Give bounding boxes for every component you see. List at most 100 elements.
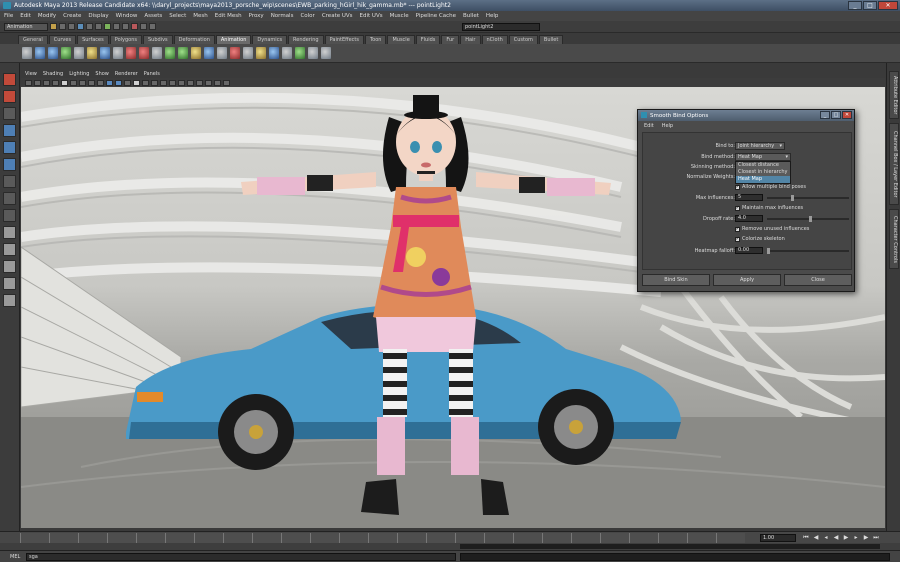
graph-editor-icon[interactable]: [230, 47, 240, 59]
mirror-weights-icon[interactable]: [308, 47, 318, 59]
persp-outliner-layout-icon[interactable]: [3, 260, 16, 273]
constraint-aim-icon[interactable]: [178, 47, 188, 59]
max-influences-slider[interactable]: [767, 195, 849, 201]
object-name-field[interactable]: pointLight2: [462, 23, 540, 31]
menu-pipeline-cache[interactable]: Pipeline Cache: [416, 13, 456, 19]
ik-handle-icon[interactable]: [48, 47, 58, 59]
new-scene-icon[interactable]: [50, 23, 57, 30]
smooth-shade-icon[interactable]: [115, 79, 122, 86]
ik-spline-icon[interactable]: [61, 47, 71, 59]
shelf-tab-fur[interactable]: Fur: [441, 35, 460, 44]
rotate-tool-icon[interactable]: [3, 141, 16, 154]
heatmap-slider-handle[interactable]: [767, 248, 770, 254]
menu-normals[interactable]: Normals: [271, 13, 294, 19]
allow-multiple-checkbox[interactable]: Allow multiple bind poses: [735, 184, 806, 190]
wireframe-icon[interactable]: [106, 79, 113, 86]
tab-character-controls[interactable]: Character Controls: [889, 209, 899, 269]
hik-icon[interactable]: [269, 47, 279, 59]
select-hierarchy-icon[interactable]: [77, 23, 84, 30]
tab-channel-box[interactable]: Channel Box / Layer Editor: [889, 123, 899, 205]
resolution-gate-icon[interactable]: [79, 79, 86, 86]
menu-modify[interactable]: Modify: [38, 13, 56, 19]
heatmap-input[interactable]: 0.00: [735, 247, 763, 254]
menu-muscle[interactable]: Muscle: [390, 13, 409, 19]
play-forwards-icon[interactable]: ▶: [842, 534, 850, 542]
show-manipulator-icon[interactable]: [3, 209, 16, 222]
panel-menu-shading[interactable]: Shading: [43, 71, 63, 77]
panel-menu-show[interactable]: Show: [95, 71, 109, 77]
hypershade-layout-icon[interactable]: [3, 294, 16, 307]
command-language-label[interactable]: MEL: [0, 554, 26, 560]
bookmarks-icon[interactable]: [43, 79, 50, 86]
step-back-frame-icon[interactable]: ◂: [822, 534, 830, 542]
panel-menu-renderer[interactable]: Renderer: [115, 71, 138, 77]
bind-skin-button[interactable]: Bind Skin: [642, 274, 710, 286]
step-forward-key-icon[interactable]: ▶: [862, 534, 870, 542]
image-plane-icon[interactable]: [52, 79, 59, 86]
universal-manipulator-icon[interactable]: [3, 175, 16, 188]
shelf-tab-polygons[interactable]: Polygons: [109, 35, 142, 44]
dropoff-slider-handle[interactable]: [809, 216, 812, 222]
use-all-lights-icon[interactable]: [142, 79, 149, 86]
menu-bullet[interactable]: Bullet: [463, 13, 479, 19]
ghost-icon[interactable]: [295, 47, 305, 59]
menu-file[interactable]: File: [4, 13, 13, 19]
soft-modification-icon[interactable]: [3, 192, 16, 205]
select-camera-icon[interactable]: [25, 79, 32, 86]
shelf-tab-ncloth[interactable]: nCloth: [481, 35, 508, 44]
shelf-tab-hair[interactable]: Hair: [460, 35, 481, 44]
shelf-tab-fluids[interactable]: Fluids: [415, 35, 441, 44]
cluster-icon[interactable]: [100, 47, 110, 59]
menu-create[interactable]: Create: [63, 13, 81, 19]
dropoff-slider[interactable]: [767, 216, 849, 222]
dialog-menu-edit[interactable]: Edit: [644, 123, 654, 129]
menu-color[interactable]: Color: [300, 13, 314, 19]
select-component-icon[interactable]: [95, 23, 102, 30]
set-key-icon[interactable]: [22, 47, 32, 59]
heatmap-slider[interactable]: [767, 248, 849, 254]
xray-joints-icon[interactable]: [214, 79, 221, 86]
dialog-maximize-button[interactable]: □: [831, 111, 841, 119]
step-forward-frame-icon[interactable]: ▸: [852, 534, 860, 542]
persp-graph-layout-icon[interactable]: [3, 277, 16, 290]
ambient-occlusion-icon[interactable]: [160, 79, 167, 86]
menu-assets[interactable]: Assets: [144, 13, 162, 19]
shelf-tab-deformation[interactable]: Deformation: [173, 35, 215, 44]
range-slider-bar[interactable]: [460, 544, 880, 549]
panel-menu-panels[interactable]: Panels: [144, 71, 160, 77]
paint-weights-icon[interactable]: [87, 47, 97, 59]
step-back-key-icon[interactable]: ◀: [812, 534, 820, 542]
field-chart-icon[interactable]: [97, 79, 104, 86]
save-scene-icon[interactable]: [68, 23, 75, 30]
current-frame-field[interactable]: 1.00: [760, 534, 796, 542]
x-ray-icon[interactable]: [205, 79, 212, 86]
trax-editor-icon[interactable]: [256, 47, 266, 59]
joint-tool-icon[interactable]: [35, 47, 45, 59]
multisample-aa-icon[interactable]: [178, 79, 185, 86]
range-slider[interactable]: [0, 543, 900, 550]
gamma-icon[interactable]: [223, 79, 230, 86]
menu-select[interactable]: Select: [169, 13, 186, 19]
shelf-tab-surfaces[interactable]: Surfaces: [77, 35, 109, 44]
constraint-parent-icon[interactable]: [204, 47, 214, 59]
colorize-checkbox[interactable]: Colorize skeleton: [735, 236, 785, 242]
minimize-button[interactable]: _: [848, 1, 862, 10]
menu-mesh[interactable]: Mesh: [193, 13, 207, 19]
panel-menu-lighting[interactable]: Lighting: [69, 71, 89, 77]
snap-grid-icon[interactable]: [104, 23, 111, 30]
select-tool-icon[interactable]: [3, 73, 16, 86]
constraint-orient-icon[interactable]: [191, 47, 201, 59]
wire-deformer-icon[interactable]: [152, 47, 162, 59]
option-heat-map[interactable]: Heat Map: [736, 176, 790, 183]
scale-tool-icon[interactable]: [3, 158, 16, 171]
panel-menu-view[interactable]: View: [25, 71, 37, 77]
apply-button[interactable]: Apply: [713, 274, 781, 286]
dialog-minimize-button[interactable]: _: [820, 111, 830, 119]
shelf-tab-curves[interactable]: Curves: [48, 35, 77, 44]
dialog-close-icon[interactable]: ✕: [842, 111, 852, 119]
snap-point-icon[interactable]: [122, 23, 129, 30]
maximize-button[interactable]: □: [863, 1, 877, 10]
open-scene-icon[interactable]: [59, 23, 66, 30]
menu-create-uvs[interactable]: Create UVs: [322, 13, 353, 19]
copy-weights-icon[interactable]: [321, 47, 331, 59]
